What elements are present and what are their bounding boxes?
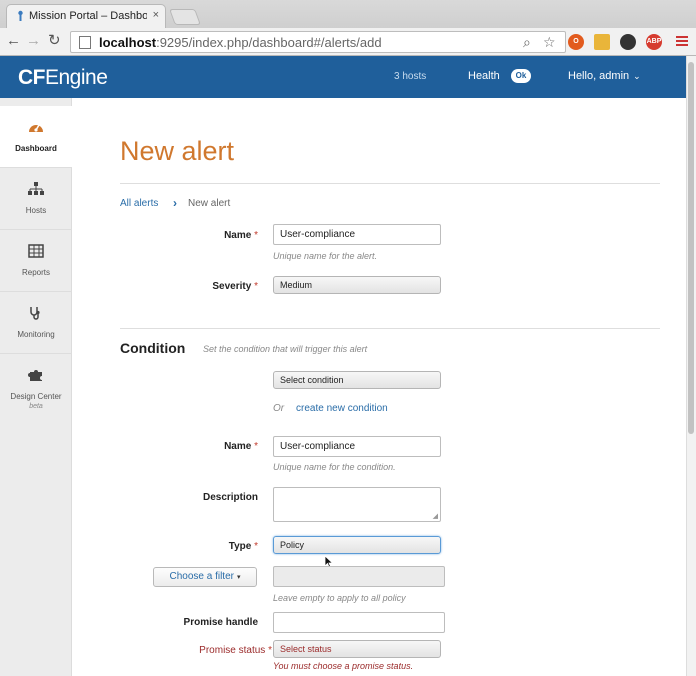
user-menu[interactable]: Hello, admin ⌄ [568,70,641,82]
condition-section-title: Condition [120,340,186,356]
scrollbar-thumb[interactable] [688,62,694,434]
browser-window: Mission Portal – Dashboar × ← → ↻ localh… [0,0,696,676]
cfengine-favicon-icon [18,10,23,21]
filter-hint: Leave empty to apply to all policy [273,593,406,603]
address-bar[interactable]: localhost:9295/index.php/dashboard#/aler… [70,31,566,53]
alert-name-hint: Unique name for the alert. [273,251,378,261]
breadcrumb-current: New alert [188,198,231,209]
or-text: Or [273,403,285,414]
page-icon [79,36,91,49]
condition-name-label: Name * [224,441,258,452]
new-tab-button[interactable] [169,9,201,25]
tab-strip: Mission Portal – Dashboar × [0,0,696,28]
breadcrumb-all-alerts-link[interactable]: All alerts [120,198,158,209]
severity-select[interactable]: Medium [273,276,441,294]
resize-grip-icon[interactable]: ◢ [433,513,438,520]
folder-extension-icon[interactable] [594,34,610,50]
condition-name-hint: Unique name for the condition. [273,462,396,472]
condition-name-input[interactable]: User-compliance [273,436,441,457]
sidebar-item-reports[interactable]: Reports [0,230,72,292]
promise-handle-input[interactable] [273,612,445,633]
type-label: Type * [228,541,258,552]
monitoring-stethoscope-icon [0,306,72,322]
chrome-menu-icon[interactable] [676,36,688,38]
description-label: Description [202,492,258,503]
chevron-down-icon: ⌄ [633,71,641,81]
health-label[interactable]: Health [468,70,500,82]
promise-handle-label: Promise handle [183,617,258,628]
design-center-puzzle-icon [0,368,72,384]
browser-tab[interactable]: Mission Portal – Dashboar × [6,4,166,28]
tab-title: Mission Portal – Dashboar [29,10,147,22]
reports-table-icon [0,244,72,260]
page-title: New alert [120,136,235,166]
sidebar-item-label: Monitoring [17,330,55,339]
beta-tag: beta [29,403,43,410]
sidebar-item-label: Design Center [10,392,62,401]
select-condition-dropdown[interactable]: Select condition [273,371,441,389]
app-header: CFEngine 3 hosts Health Ok Hello, admin ⌄ [0,56,686,98]
condition-section-hint: Set the condition that will trigger this… [203,344,368,354]
forward-arrow-icon[interactable]: → [26,33,41,49]
bookmark-star-icon[interactable]: ☆ [543,34,556,51]
sidebar-item-design-center[interactable]: Design Center beta [0,354,72,426]
url-text: localhost:9295/index.php/dashboard#/aler… [99,35,382,50]
sidebar-item-label: Hosts [25,206,47,215]
filter-input[interactable] [273,566,445,587]
type-select[interactable]: Policy [273,536,441,554]
back-arrow-icon[interactable]: ← [6,33,21,49]
sidebar-item-label: Dashboard [15,144,57,153]
browser-toolbar: ← → ↻ localhost:9295/index.php/dashboard… [0,28,696,56]
sidebar-item-hosts[interactable]: Hosts [0,168,72,230]
description-textarea[interactable]: ◢ [273,487,441,522]
promise-status-error: You must choose a promise status. [273,661,414,671]
severity-label: Severity * [212,281,258,292]
sidebar-item-monitoring[interactable]: Monitoring [0,292,72,354]
zoom-search-icon[interactable]: ⌕ [523,34,531,51]
sidebar-item-label: Reports [21,268,50,277]
reload-icon[interactable]: ↻ [48,33,61,49]
divider [120,328,660,329]
sidebar-item-dashboard[interactable]: Dashboard [0,106,72,168]
alert-name-label: Name * [224,230,258,241]
hosts-hierarchy-icon [0,182,72,198]
tab-close-icon[interactable]: × [153,9,159,21]
divider [120,183,660,184]
promise-status-select[interactable]: Select status [273,640,441,658]
alert-name-input[interactable]: User-compliance [273,224,441,245]
adblock-plus-icon[interactable]: ABP [646,34,662,50]
hosts-count[interactable]: 3 hosts [394,71,426,82]
choose-filter-button[interactable]: Choose a filter ▾ [153,567,257,587]
create-new-condition-link[interactable]: create new condition [296,403,388,414]
sidebar: Dashboard Hosts Reports Monitoring Desig… [0,98,72,676]
dashboard-gauge-icon [0,120,72,136]
opera-extension-icon[interactable]: O [568,34,584,50]
breadcrumb-chevron-icon: › [173,196,177,210]
promise-status-label: Promise status * [199,645,272,656]
cfengine-logo[interactable]: CFEngine [18,66,108,90]
health-status-badge[interactable]: Ok [511,69,531,83]
caret-down-icon: ▾ [236,574,241,581]
evernote-extension-icon[interactable] [620,34,636,50]
